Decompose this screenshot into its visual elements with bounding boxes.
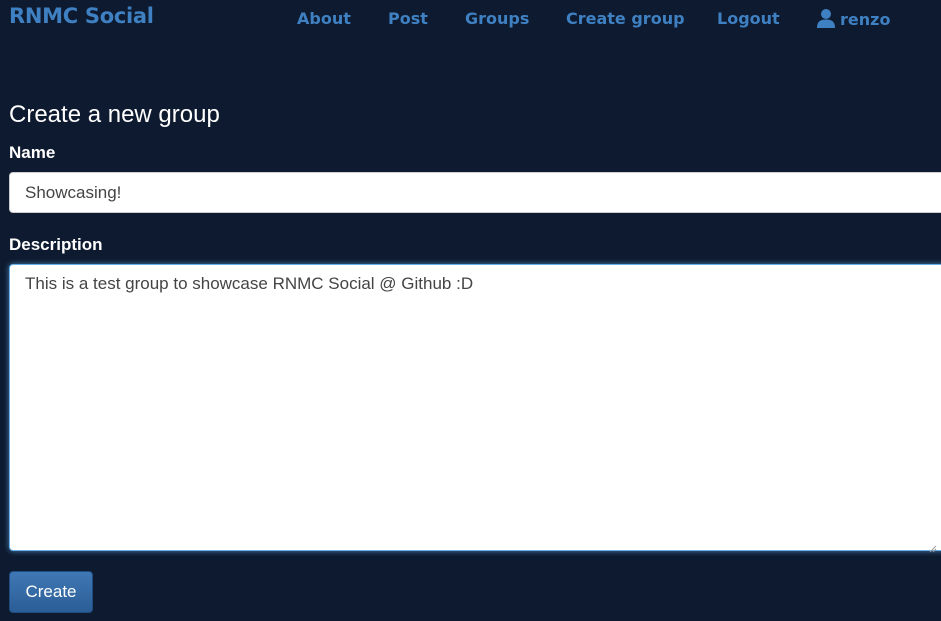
group-description-textarea[interactable]: This is a test group to showcase RNMC So…: [9, 264, 941, 551]
nav-about-link[interactable]: About: [297, 9, 351, 28]
description-label: Description: [9, 235, 103, 254]
nav-groups-link[interactable]: Groups: [465, 9, 529, 28]
user-icon: [816, 8, 836, 28]
top-navbar: RNMC Social About Post Groups Create gro…: [0, 0, 941, 40]
resize-grip-icon[interactable]: [929, 540, 937, 553]
name-label: Name: [9, 143, 56, 162]
create-group-page: RNMC Social About Post Groups Create gro…: [0, 0, 941, 621]
page-title: Create a new group: [9, 101, 220, 128]
nav-user-profile-link[interactable]: renzo: [816, 7, 890, 29]
nav-logout-link[interactable]: Logout: [717, 9, 780, 28]
brand-logo-link[interactable]: RNMC Social: [9, 4, 154, 28]
user-name: renzo: [840, 10, 891, 29]
nav-post-link[interactable]: Post: [388, 9, 428, 28]
group-name-input[interactable]: [9, 172, 941, 213]
create-button[interactable]: Create: [9, 571, 93, 613]
nav-create-group-link[interactable]: Create group: [566, 9, 685, 28]
